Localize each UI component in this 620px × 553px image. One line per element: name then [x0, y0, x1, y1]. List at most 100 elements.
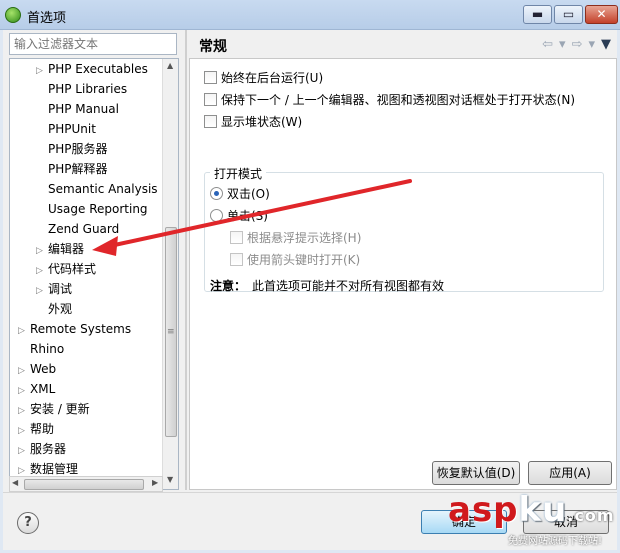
expand-arrow-icon[interactable]: ▷ — [18, 361, 30, 381]
scroll-left-icon[interactable]: ◀ — [12, 478, 18, 487]
double-click-radio[interactable] — [210, 187, 223, 200]
tree-item[interactable]: ▷ 服务器 — [18, 439, 66, 459]
expand-arrow-icon[interactable]: ▷ — [18, 321, 30, 341]
scroll-right-icon[interactable]: ▶ — [152, 478, 158, 487]
tree-item[interactable]: ▷ 调试 — [36, 279, 72, 299]
scroll-down-icon[interactable]: ▼ — [167, 475, 173, 484]
tree-item[interactable]: ▷ PHP Executables — [36, 59, 148, 79]
keep-dialog-open-checkbox[interactable] — [204, 93, 217, 106]
tree-item-label: 服务器 — [30, 442, 67, 456]
tree-item[interactable]: ▷ 帮助 — [18, 419, 54, 439]
expand-arrow-icon[interactable]: ▷ — [18, 401, 30, 421]
double-click-option[interactable]: 双击(O) — [210, 185, 270, 203]
minimize-icon: ▬ — [531, 7, 544, 21]
run-in-background-option[interactable]: 始终在后台运行(U) — [204, 69, 323, 87]
note: 注意： 此首选项可能并不对所有视图都有效 — [210, 277, 444, 294]
expand-arrow-icon[interactable]: ▷ — [18, 381, 30, 401]
help-icon[interactable]: ? — [17, 512, 39, 534]
restore-defaults-button[interactable]: 恢复默认值(D) — [432, 461, 520, 485]
forward-menu-icon[interactable]: ▾ — [588, 37, 597, 52]
page-header: 常规 ⇦ ▾ ⇨ ▾ ▼ — [189, 32, 617, 58]
tree-item[interactable]: PHP解释器 — [36, 159, 108, 179]
hscroll-thumb[interactable] — [24, 479, 144, 490]
tree-item-label: XML — [30, 382, 56, 396]
show-heap-status-checkbox[interactable] — [204, 115, 217, 128]
select-on-hover-label: 根据悬浮提示选择(H) — [247, 231, 362, 245]
select-on-hover-checkbox — [230, 231, 243, 244]
tree-item[interactable]: ▷ Remote Systems — [18, 319, 131, 339]
back-menu-icon[interactable]: ▾ — [559, 37, 568, 52]
page-navigation: ⇦ ▾ ⇨ ▾ ▼ — [538, 37, 613, 52]
tree-vertical-scrollbar[interactable]: ▲ ≡ ▼ — [162, 59, 178, 489]
single-click-radio[interactable] — [210, 209, 223, 222]
apply-button[interactable]: 应用(A) — [528, 461, 612, 485]
tree-item-label: PHPUnit — [48, 122, 96, 136]
expand-arrow-icon[interactable]: ▷ — [36, 61, 48, 81]
watermark: aspku.com 免费网站源码下载站! — [448, 490, 618, 550]
open-with-arrow-checkbox — [230, 253, 243, 266]
tree-item-label: PHP服务器 — [48, 142, 108, 156]
title-bar: 首选项 ▬ ▭ ✕ — [0, 0, 620, 30]
tree-item-label: Semantic Analysis — [48, 182, 158, 196]
forward-arrow-icon[interactable]: ⇨ — [572, 37, 585, 52]
keep-dialog-open-option[interactable]: 保持下一个 / 上一个编辑器、视图和透视图对话框处于打开状态(N) — [204, 91, 575, 109]
tree-item-label: Web — [30, 362, 57, 376]
tree-item[interactable]: ▷ 安装 / 更新 — [18, 399, 90, 419]
open-with-arrow-label: 使用箭头键时打开(K) — [247, 253, 361, 267]
tree-item-label: 代码样式 — [48, 262, 97, 276]
dialog-body: ▷PHP ExecutablesPHP LibrariesPHP ManualP… — [3, 30, 617, 550]
tree-item-label: Zend Guard — [48, 222, 120, 236]
tree-horizontal-scrollbar[interactable]: ◀ ▶ — [9, 476, 163, 492]
tree-item[interactable]: PHP Manual — [36, 99, 119, 119]
tree-item[interactable]: 外观 — [36, 299, 72, 319]
keep-dialog-open-label: 保持下一个 / 上一个编辑器、视图和透视图对话框处于打开状态(N) — [221, 93, 576, 107]
back-arrow-icon[interactable]: ⇦ — [542, 37, 555, 52]
filter-input[interactable] — [9, 33, 177, 55]
preference-tree: ▷ PHP Executables PHP Libraries PHP Manual P… — [9, 58, 179, 490]
tree-item[interactable]: Semantic Analysis — [36, 179, 158, 199]
note-label: 注意： — [210, 279, 247, 293]
tree-item[interactable]: PHP Libraries — [36, 79, 127, 99]
close-icon: ✕ — [596, 7, 607, 21]
minimize-button[interactable]: ▬ — [523, 5, 552, 24]
tree-item-label: PHP Manual — [48, 102, 119, 116]
maximize-icon: ▭ — [562, 7, 575, 21]
watermark-logo: aspku.com — [448, 490, 615, 530]
tree-item[interactable]: PHP服务器 — [36, 139, 108, 159]
scroll-up-icon[interactable]: ▲ — [167, 61, 173, 70]
tree-item[interactable]: Rhino — [18, 339, 64, 359]
tree-item[interactable]: PHPUnit — [36, 119, 96, 139]
view-menu-icon[interactable]: ▼ — [601, 37, 613, 52]
tree-item-label: PHP Executables — [48, 62, 148, 76]
tree-item-label: 安装 / 更新 — [30, 402, 90, 416]
note-text: 此首选项可能并不对所有视图都有效 — [252, 279, 445, 293]
maximize-button[interactable]: ▭ — [554, 5, 583, 24]
tree-item[interactable]: ▷ 编辑器 — [36, 239, 84, 259]
grip-icon: ≡ — [167, 327, 175, 337]
expand-arrow-icon[interactable]: ▷ — [36, 281, 48, 301]
tree-item-label: 帮助 — [30, 422, 55, 436]
watermark-com: .com — [567, 506, 615, 525]
open-mode-legend: 打开模式 — [210, 165, 267, 182]
expand-arrow-icon[interactable]: ▷ — [36, 241, 48, 261]
expand-arrow-icon[interactable]: ▷ — [18, 441, 30, 461]
expand-arrow-icon[interactable]: ▷ — [36, 261, 48, 281]
tree-item[interactable]: ▷ Web — [18, 359, 56, 379]
panel-splitter[interactable] — [185, 30, 187, 490]
tree-item-label: PHP解释器 — [48, 162, 108, 176]
single-click-option[interactable]: 单击(S) — [210, 207, 268, 225]
close-button[interactable]: ✕ — [585, 5, 618, 24]
tree-item[interactable]: Zend Guard — [36, 219, 119, 239]
show-heap-status-option[interactable]: 显示堆状态(W) — [204, 113, 302, 131]
watermark-subtitle: 免费网站源码下载站! — [508, 536, 603, 547]
single-click-label: 单击(S) — [227, 209, 268, 223]
tree-item[interactable]: ▷ XML — [18, 379, 55, 399]
run-in-background-checkbox[interactable] — [204, 71, 217, 84]
double-click-label: 双击(O) — [227, 187, 270, 201]
tree-item-label: Usage Reporting — [48, 202, 148, 216]
tree-item[interactable]: Usage Reporting — [36, 199, 148, 219]
tree-item-label: Rhino — [30, 342, 65, 356]
tree-item[interactable]: ▷ 代码样式 — [36, 259, 96, 279]
open-with-arrow-option: 使用箭头键时打开(K) — [230, 251, 360, 269]
expand-arrow-icon[interactable]: ▷ — [18, 421, 30, 441]
